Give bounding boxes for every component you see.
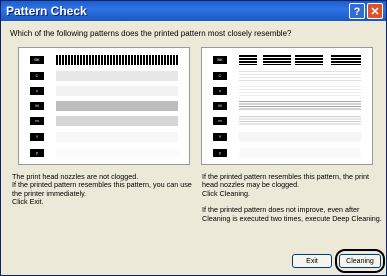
row-bk: BK — [19, 55, 187, 65]
pattern-check-dialog: Pattern Check ? ✕ Which of the following… — [0, 0, 387, 276]
pattern-c-light — [56, 86, 178, 96]
left-desc-line: Click Exit. — [12, 197, 44, 207]
pattern-c-broken — [239, 71, 361, 81]
row-bk: BK — [202, 55, 370, 65]
nozzle-label-bk: BK — [30, 56, 44, 64]
row-c: C — [19, 71, 187, 81]
row-y: Y — [19, 132, 187, 142]
row-c: C — [202, 71, 370, 81]
nozzle-label-m-light: m — [213, 117, 227, 125]
pattern-m-light-broken — [239, 116, 361, 126]
row-m-light: m — [202, 116, 370, 126]
close-button[interactable]: ✕ — [367, 3, 383, 19]
pattern-m-broken — [239, 101, 361, 111]
pattern-c-light-broken — [239, 86, 361, 96]
pattern-y-light-broken — [239, 148, 361, 158]
right-description: If the printed pattern resembles this pa… — [202, 172, 382, 223]
nozzle-label-y: Y — [30, 133, 44, 141]
nozzle-label-bk: BK — [213, 56, 227, 64]
row-m: M — [202, 101, 370, 111]
exit-button[interactable]: Exit — [292, 254, 332, 268]
left-desc-line: If the printed pattern resembles this pa… — [12, 180, 192, 198]
nozzle-label-y: Y — [213, 133, 227, 141]
cleaning-highlight-ring — [335, 249, 385, 273]
pattern-bk — [56, 55, 178, 65]
pattern-y-light — [56, 148, 178, 158]
nozzle-label-m: M — [213, 102, 227, 110]
right-desc-line: If the printed pattern does not improve,… — [202, 205, 382, 223]
window-title: Pattern Check — [6, 4, 87, 18]
pattern-bk-broken — [239, 55, 361, 65]
nozzle-label-y-light: y — [213, 149, 227, 157]
right-desc-line: Click Cleaning. — [202, 188, 250, 198]
nozzle-label-c-light: c — [213, 87, 227, 95]
row-y: Y — [202, 132, 370, 142]
row-m-light: m — [19, 116, 187, 126]
pattern-option-good[interactable]: BK C c M m Y y — [18, 47, 190, 165]
pattern-y — [56, 132, 178, 142]
pattern-m — [56, 101, 178, 111]
pattern-m-light — [56, 116, 178, 126]
help-button[interactable]: ? — [349, 3, 365, 19]
nozzle-label-m: M — [30, 102, 44, 110]
row-c-light: c — [19, 86, 187, 96]
row-c-light: c — [202, 86, 370, 96]
nozzle-label-c-light: c — [30, 87, 44, 95]
pattern-y-broken — [239, 132, 361, 142]
question-text: Which of the following patterns does the… — [10, 29, 292, 38]
row-y-light: y — [202, 148, 370, 158]
row-m: M — [19, 101, 187, 111]
pattern-option-clogged[interactable]: BK C c M m Y y — [201, 47, 373, 165]
pattern-c — [56, 71, 178, 81]
row-y-light: y — [19, 148, 187, 158]
title-bar: Pattern Check ? ✕ — [1, 1, 386, 21]
nozzle-label-c: C — [213, 72, 227, 80]
nozzle-label-c: C — [30, 72, 44, 80]
nozzle-label-m-light: m — [30, 117, 44, 125]
right-desc-line: If the printed pattern resembles this pa… — [202, 172, 370, 190]
nozzle-label-y-light: y — [30, 149, 44, 157]
left-description: The print head nozzles are not clogged. … — [12, 172, 194, 207]
